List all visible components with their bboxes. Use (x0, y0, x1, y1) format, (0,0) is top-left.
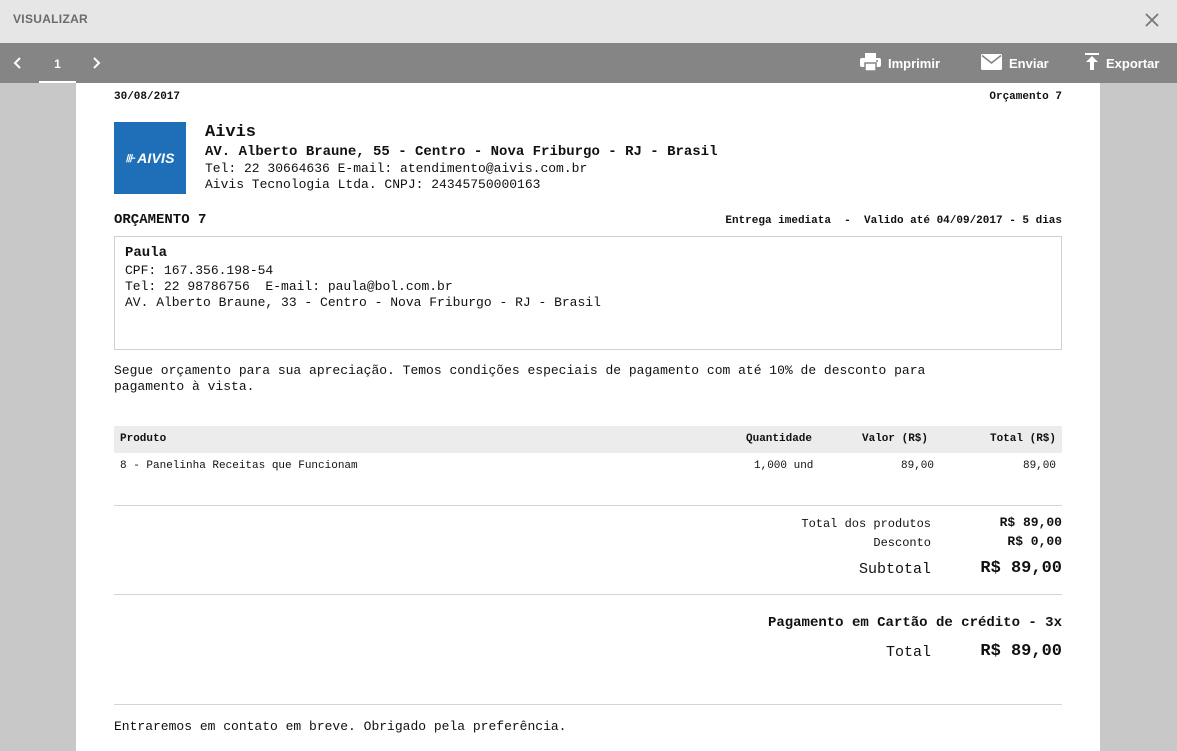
mail-icon (981, 53, 1002, 73)
chevron-right-icon[interactable] (88, 55, 104, 71)
company-contact: Tel: 22 30664636 E-mail: atendimento@aiv… (205, 161, 588, 176)
items-table-header: Produto Quantidade Valor (R$) Total (R$) (114, 426, 1062, 453)
col-total: Total (R$) (989, 433, 1056, 445)
delivery-info: Entrega imediata - Valido até 04/09/2017… (725, 215, 1062, 227)
company-logo: ⊪ AIVIS (114, 122, 186, 194)
document-page: 30/08/2017 Orçamento 7 ⊪ AIVIS Aivis AV. … (76, 83, 1100, 751)
quote-heading: ORÇAMENTO 7 (114, 212, 207, 228)
page-number[interactable]: 1 (39, 43, 76, 83)
products-total-value: R$ 89,00 (999, 515, 1062, 530)
row-product: 8 - Panelinha Receitas que Funcionam (120, 460, 358, 472)
col-unit-value: Valor (R$) (862, 433, 929, 445)
divider (114, 704, 1062, 705)
col-product: Produto (120, 433, 167, 445)
col-quantity: Quantidade (746, 433, 813, 445)
subtotal-value: R$ 89,00 (980, 559, 1062, 578)
chevron-left-icon[interactable] (10, 55, 26, 71)
row-quantity: 1,000 und (754, 460, 814, 472)
send-label: Enviar (1009, 55, 1049, 71)
company-legal: Aivis Tecnologia Ltda. CNPJ: 24345750000… (205, 177, 541, 192)
row-unit-value: 89,00 (901, 460, 935, 472)
client-name: Paula (125, 245, 168, 261)
row-total: 89,00 (1022, 460, 1056, 472)
divider (114, 505, 1062, 506)
close-icon[interactable] (1143, 10, 1161, 30)
document-viewer[interactable]: 30/08/2017 Orçamento 7 ⊪ AIVIS Aivis AV. … (0, 83, 1177, 751)
discount-label: Desconto (873, 536, 931, 550)
export-label: Exportar (1106, 55, 1160, 71)
print-label: Imprimir (888, 55, 941, 71)
total-label: Total (885, 644, 931, 661)
send-button[interactable]: Enviar (981, 43, 1049, 83)
export-button[interactable]: Exportar (1085, 43, 1159, 83)
document-date: 30/08/2017 (114, 91, 181, 103)
total-value: R$ 89,00 (980, 642, 1062, 661)
client-contact: Tel: 22 98786756 E-mail: paula@bol.com.b… (125, 279, 453, 294)
upload-icon (1085, 53, 1099, 73)
closing-message: Entraremos em contato em breve. Obrigado… (114, 719, 567, 734)
intro-text-line2: pagamento à vista. (114, 379, 255, 394)
intro-text-line1: Segue orçamento para sua apreciação. Tem… (114, 363, 926, 378)
discount-value: R$ 0,00 (1007, 534, 1062, 549)
printer-icon (860, 52, 881, 74)
company-name: Aivis (205, 123, 257, 142)
client-box: Paula CPF: 167.356.198-54 Tel: 22 987867… (114, 236, 1062, 350)
products-total-label: Total dos produtos (801, 517, 931, 531)
subtotal-label: Subtotal (858, 561, 931, 578)
payment-method: Pagamento em Cartão de crédito - 3x (767, 615, 1062, 631)
preview-toolbar: 1 Imprimir Enviar Exportar (0, 43, 1177, 83)
divider (114, 594, 1062, 595)
document-ref: Orçamento 7 (989, 91, 1062, 103)
window-title: VISUALIZAR (13, 12, 88, 26)
window-titlebar: VISUALIZAR (0, 0, 1177, 43)
client-address: AV. Alberto Braune, 33 - Centro - Nova F… (125, 295, 601, 310)
client-cpf: CPF: 167.356.198-54 (125, 263, 274, 278)
company-address: AV. Alberto Braune, 55 - Centro - Nova F… (205, 144, 718, 160)
print-button[interactable]: Imprimir (860, 43, 940, 83)
